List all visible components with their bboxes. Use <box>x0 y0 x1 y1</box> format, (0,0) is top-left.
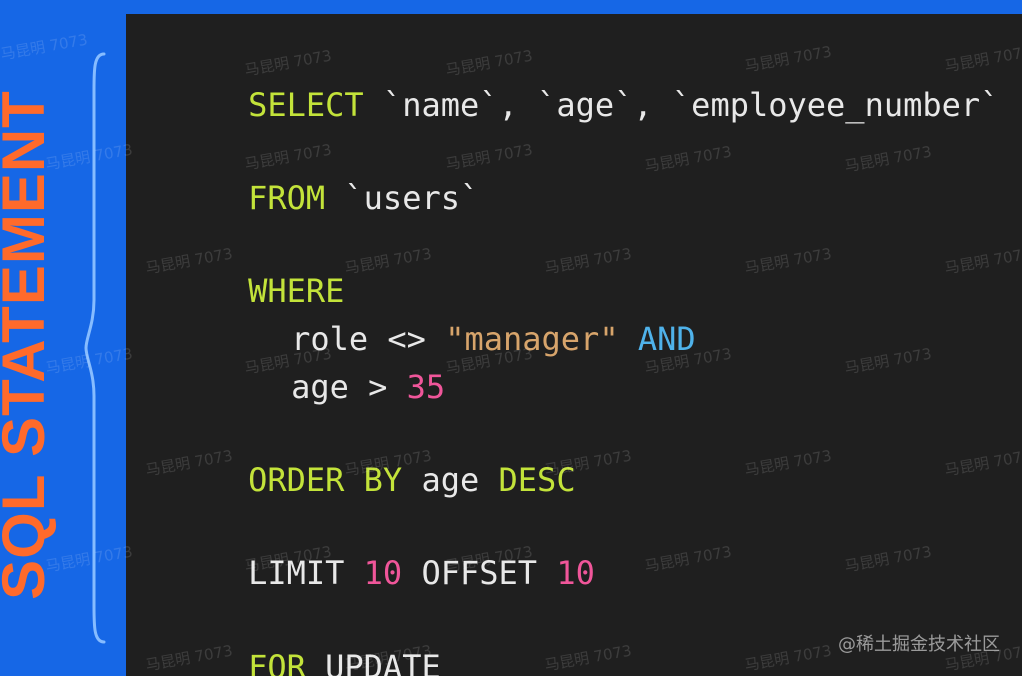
select-keyword: SELECT <box>248 86 364 124</box>
order-by-keyword: ORDER BY <box>248 461 403 499</box>
order-column: age <box>402 461 480 499</box>
code-line-limit-offset: LIMIT 10 OFFSET 10 <box>171 513 595 592</box>
age-number: 35 <box>406 368 446 406</box>
code-line-where: WHERE <box>171 231 344 310</box>
code-line-select: SELECT `name`, `age`, `employee_number` <box>171 45 999 124</box>
limit-number: 10 <box>344 554 403 592</box>
and-keyword: AND <box>618 320 696 358</box>
age-column: `age`, <box>517 86 653 124</box>
limit-keyword: LIMIT <box>248 554 345 592</box>
name-column: `name`, <box>363 86 518 124</box>
update-keyword: UPDATE <box>305 648 441 676</box>
from-keyword: FROM <box>248 179 326 217</box>
employee-number-column: `employee_number` <box>652 86 1000 124</box>
manager-string: "manager" <box>445 320 619 358</box>
offset-number: 10 <box>537 554 595 592</box>
curly-brace-icon <box>84 52 106 644</box>
code-line-role-condition: role <> "manager" AND <box>214 279 696 358</box>
users-table: `users` <box>325 179 480 217</box>
desc-keyword: DESC <box>479 461 576 499</box>
code-line-from: FROM `users` <box>171 138 479 217</box>
code-line-order-by: ORDER BY age DESC <box>171 420 576 499</box>
code-line-age-condition: age > 35 <box>214 327 445 406</box>
age-condition-left: age > <box>291 368 407 406</box>
sql-statement-side-title: SQL STATEMENT <box>0 0 66 676</box>
brand-watermark: @稀土掘金技术社区 <box>838 634 1000 655</box>
code-line-for-update: FOR UPDATE <box>171 607 441 676</box>
for-keyword: FOR <box>248 648 306 676</box>
side-title-label: SQL STATEMENT <box>0 90 57 600</box>
code-panel: SELECT `name`, `age`, `employee_number` … <box>126 14 1022 676</box>
offset-keyword: OFFSET <box>402 554 538 592</box>
